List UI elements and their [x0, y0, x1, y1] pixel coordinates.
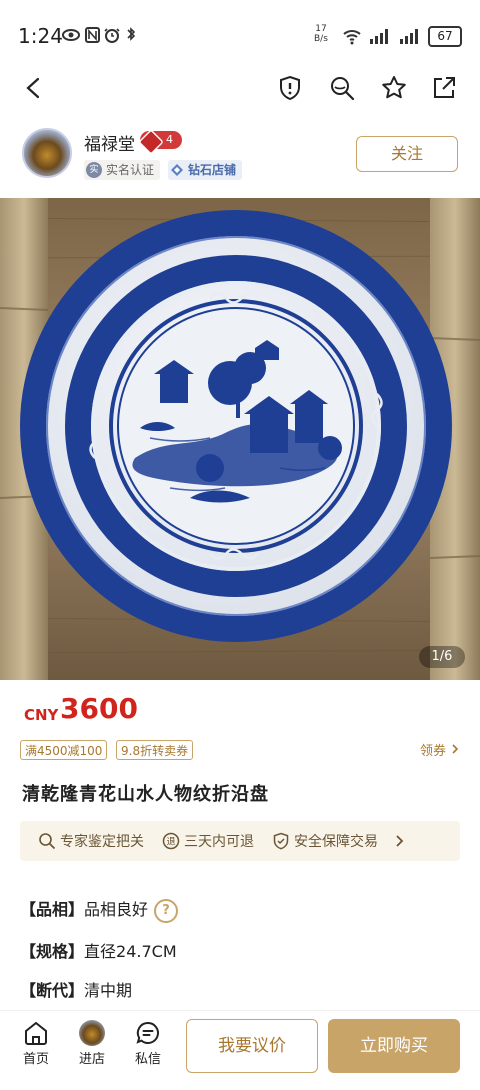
diamond-level-icon: [138, 129, 164, 155]
service-secure-trade: 安全保障交易: [272, 831, 378, 851]
attribute-key: 【规格】: [20, 942, 85, 961]
back-button[interactable]: [16, 70, 52, 106]
attribute-key: 【断代】: [20, 981, 85, 1000]
diamond-shop-icon: [171, 164, 183, 176]
coupon-tag[interactable]: 满4500减100: [20, 740, 108, 760]
tab-home[interactable]: 首页: [12, 1018, 60, 1067]
attribute-value: 清中期: [84, 981, 133, 1000]
make-offer-button[interactable]: 我要议价: [186, 1019, 318, 1073]
verified-icon: 实: [86, 162, 102, 178]
attribute-key: 【品相】: [20, 900, 85, 919]
status-time: 1:24: [18, 24, 63, 48]
shield-check-icon: [273, 832, 289, 850]
home-icon: [25, 1021, 47, 1045]
tab-message-label: 私信: [134, 1052, 161, 1067]
service-guarantee-bar[interactable]: 专家鉴定把关 退 三天内可退 安全保障交易: [20, 821, 460, 861]
coupon-tag[interactable]: 9.8折转卖券: [116, 740, 194, 760]
attribute-row: 【品相】品相良好?: [20, 896, 179, 923]
attribute-value: 品相良好: [84, 900, 149, 919]
status-bar: 1:24 17 B/s 67: [0, 0, 480, 70]
chat-search-icon: [331, 77, 355, 101]
signal-icons: [342, 27, 426, 49]
customer-service-button[interactable]: [324, 70, 360, 106]
tab-enter-shop-label: 进店: [78, 1052, 105, 1067]
star-icon: [382, 76, 406, 99]
buy-now-button[interactable]: 立即购买: [328, 1019, 460, 1073]
get-coupon-label: 领券: [420, 744, 447, 759]
attribute-row: 【断代】清中期: [20, 977, 132, 1001]
shop-level: 4: [166, 133, 173, 146]
chat-icon: [136, 1021, 159, 1044]
battery-indicator: 67: [428, 26, 462, 47]
chevron-left-icon: [26, 77, 40, 99]
return-icon: 退: [162, 832, 180, 850]
shield-alert-icon: [280, 75, 300, 101]
gallery-page-indicator: 1/6: [419, 646, 465, 668]
price-amount: 3600: [60, 692, 138, 725]
help-icon[interactable]: ?: [154, 898, 179, 923]
shop-name[interactable]: 福禄堂: [84, 130, 135, 155]
report-button[interactable]: [272, 70, 308, 106]
shop-avatar-icon: [79, 1020, 105, 1046]
share-button[interactable]: [426, 70, 462, 106]
status-notification-icons: [62, 26, 148, 48]
attribute-row: 【规格】直径24.7CM: [20, 938, 177, 962]
service-expert-appraisal: 专家鉴定把关: [38, 831, 144, 851]
notification-icons: [62, 27, 136, 43]
product-image[interactable]: [0, 198, 480, 680]
product-title: 清乾隆青花山水人物纹折沿盘: [22, 784, 269, 805]
svg-text:退: 退: [166, 837, 175, 848]
tab-message[interactable]: 私信: [124, 1018, 172, 1067]
shop-level-badge: 4: [138, 129, 182, 155]
price-currency: CNY: [24, 706, 59, 724]
verified-label: 实名认证: [106, 163, 155, 177]
search-icon: [39, 833, 56, 850]
chevron-right-icon: [452, 744, 459, 754]
get-coupon-link[interactable]: 领券: [420, 740, 460, 759]
follow-button[interactable]: 关注: [356, 136, 458, 172]
chevron-right-icon: [396, 835, 404, 847]
service-three-day-return: 退 三天内可退: [162, 831, 254, 851]
wifi-signal-icon: [343, 29, 418, 45]
tab-home-label: 首页: [22, 1052, 49, 1067]
tab-enter-shop[interactable]: 进店: [68, 1018, 116, 1067]
shop-avatar[interactable]: [22, 128, 72, 178]
attribute-value: 直径24.7CM: [84, 942, 177, 961]
verified-tag: 实 实名认证: [84, 160, 161, 180]
network-speed: 17 B/s: [314, 24, 328, 44]
share-icon: [434, 77, 455, 98]
store-tier-tag: 钻石店铺: [168, 160, 243, 180]
favorite-button[interactable]: [376, 70, 412, 106]
porcelain-plate-photo: [0, 198, 480, 680]
store-tier-label: 钻石店铺: [188, 163, 237, 177]
